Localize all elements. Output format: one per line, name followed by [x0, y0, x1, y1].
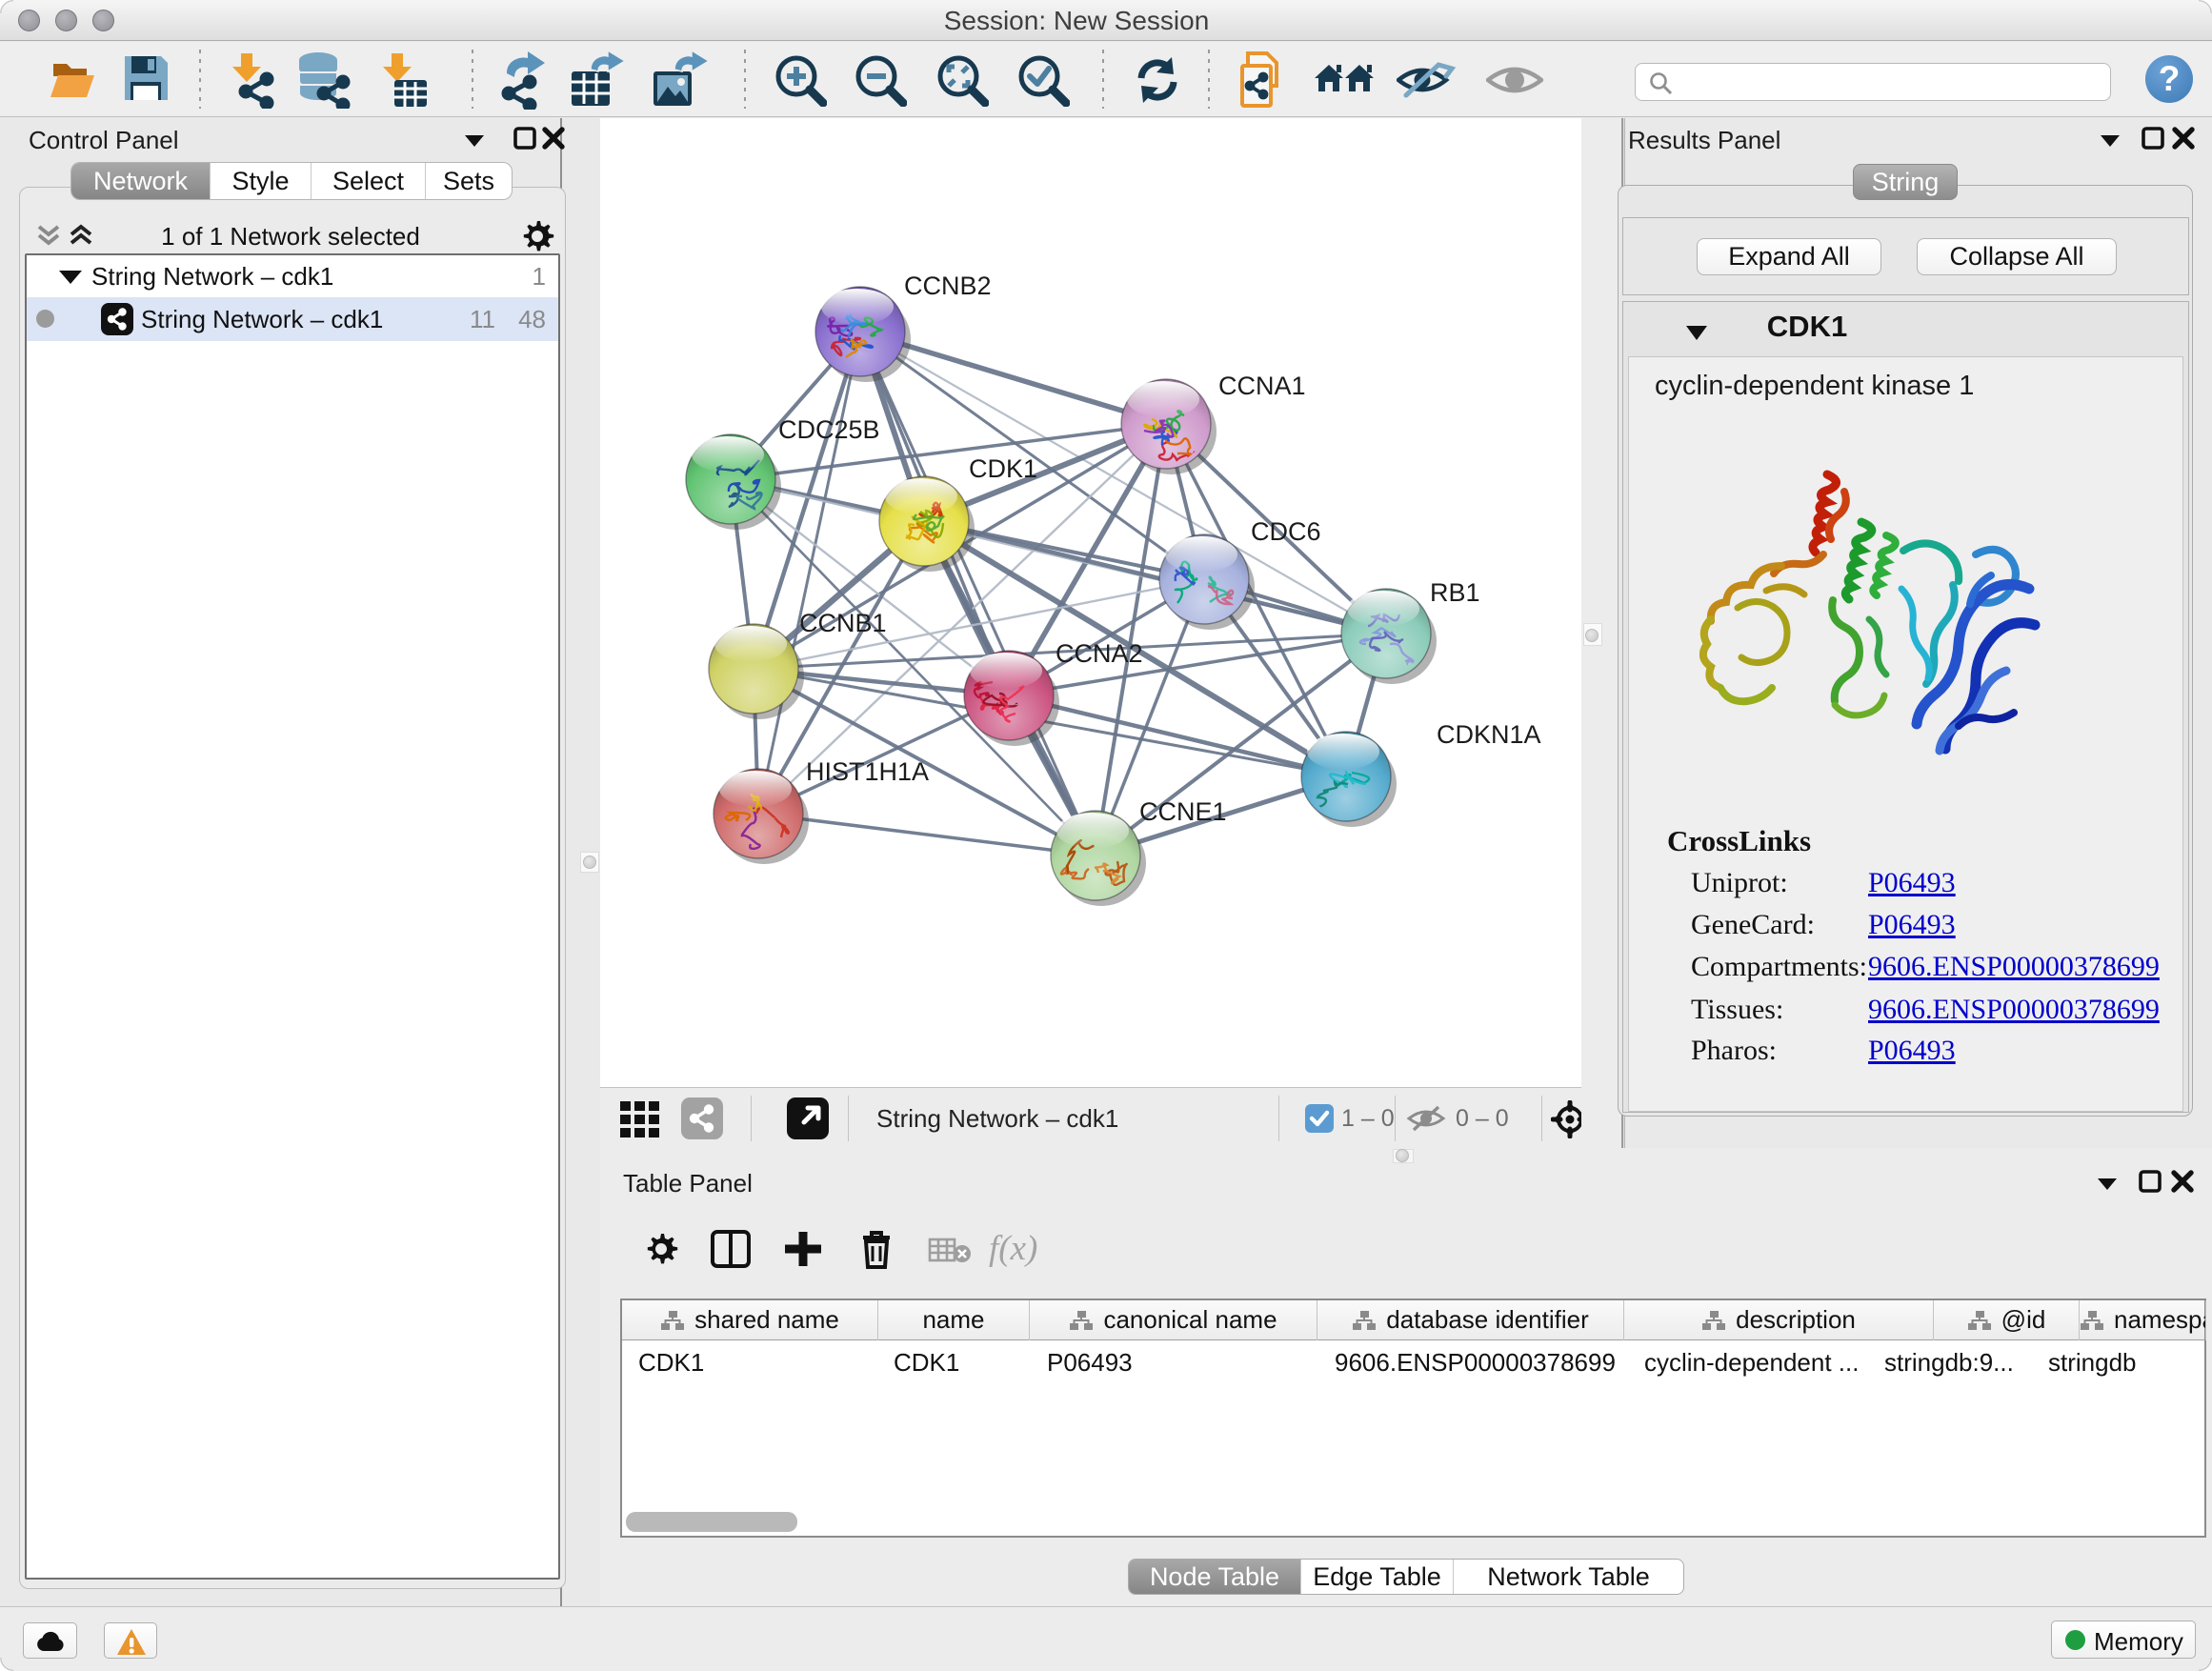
svg-text:HIST1H1A: HIST1H1A [806, 757, 929, 786]
svg-text:CCNA1: CCNA1 [1218, 372, 1306, 400]
svg-text:CDC25B: CDC25B [778, 415, 880, 444]
svg-text:CCNB1: CCNB1 [799, 609, 887, 637]
svg-text:RB1: RB1 [1430, 578, 1480, 607]
svg-text:CCNB2: CCNB2 [904, 272, 992, 300]
svg-text:CDC6: CDC6 [1251, 517, 1321, 546]
svg-text:CCNA2: CCNA2 [1056, 639, 1143, 668]
svg-text:CCNE1: CCNE1 [1139, 797, 1227, 826]
svg-text:CDKN1A: CDKN1A [1437, 720, 1541, 749]
svg-text:CDK1: CDK1 [969, 454, 1037, 483]
